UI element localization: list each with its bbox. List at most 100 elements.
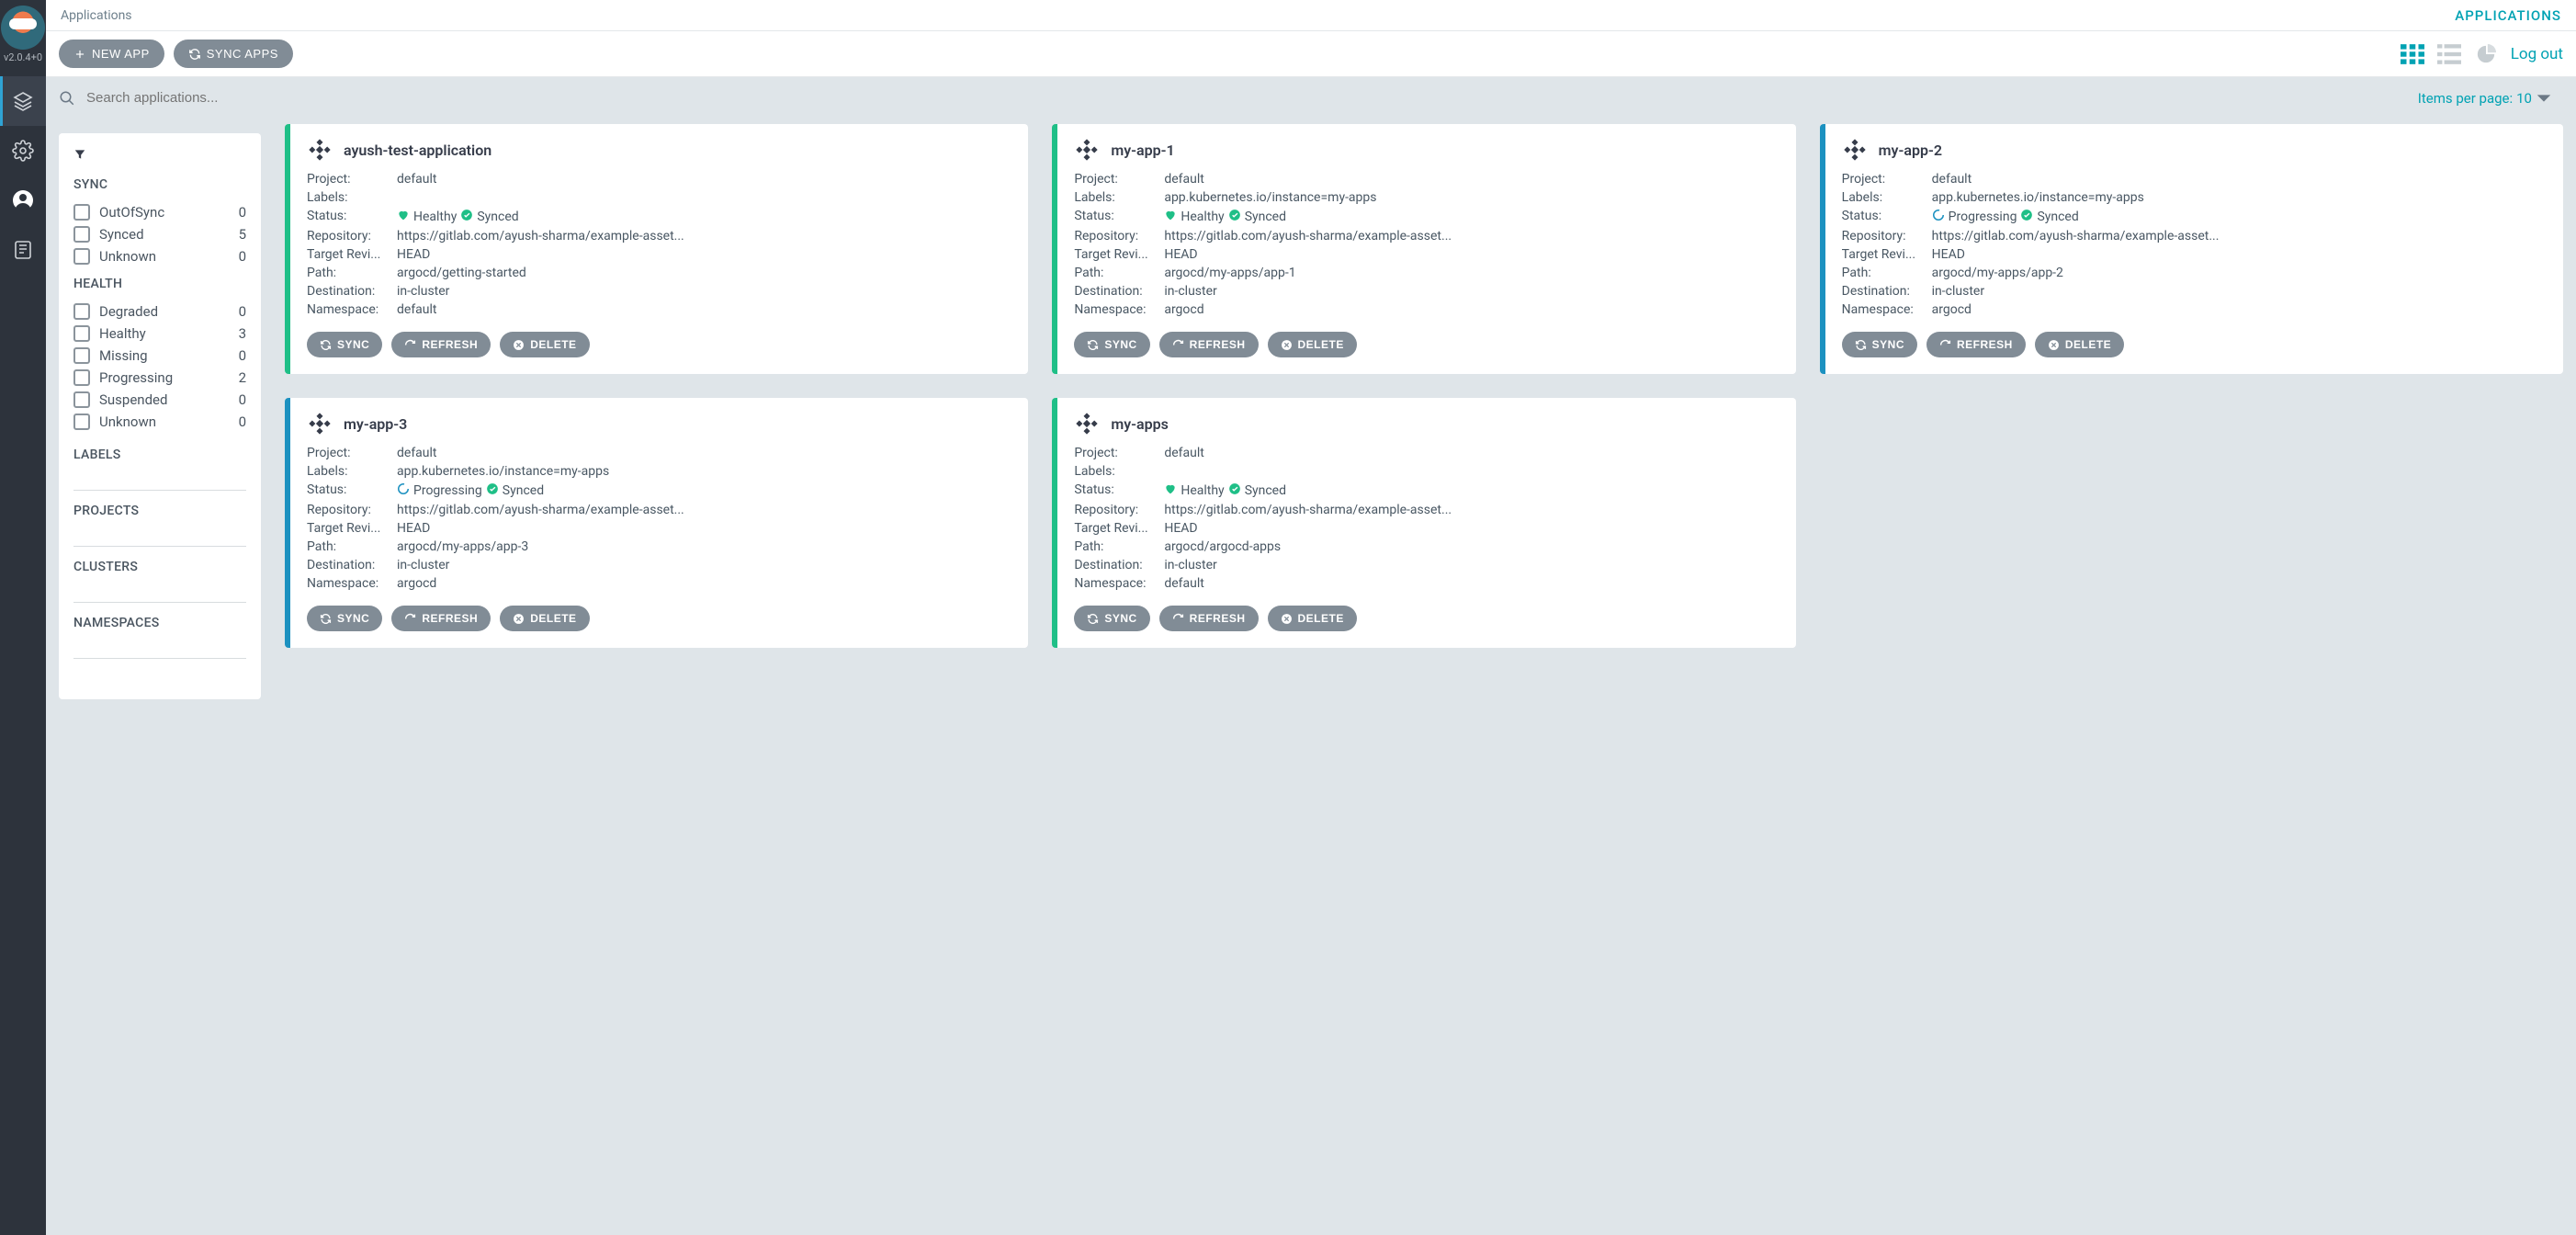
tile-sync-button[interactable]: SYNC <box>1074 332 1149 357</box>
field-value: argocd/argocd-apps <box>1164 539 1779 554</box>
tile-refresh-button[interactable]: REFRESH <box>1926 332 2026 357</box>
tile-sync-button[interactable]: SYNC <box>1074 606 1149 631</box>
field-label: Path: <box>1074 266 1164 280</box>
view-list-button[interactable] <box>2437 44 2461 64</box>
checkbox[interactable] <box>73 391 90 408</box>
nav-docs[interactable] <box>0 225 46 275</box>
searchbar: Items per page: 10 <box>46 77 2576 111</box>
application-tile[interactable]: my-appsProject:defaultLabels:Status: Hea… <box>1052 398 1795 648</box>
field-label: Status: <box>307 209 397 225</box>
logout-link[interactable]: Log out <box>2511 45 2563 63</box>
check-count: 0 <box>239 204 246 221</box>
check-count: 3 <box>239 325 246 342</box>
field-label: Namespace: <box>307 302 397 317</box>
tile-refresh-button[interactable]: REFRESH <box>391 606 491 631</box>
checkbox[interactable] <box>73 226 90 243</box>
application-tile[interactable]: my-app-2Project:defaultLabels:app.kubern… <box>1820 124 2563 374</box>
filter-check-row[interactable]: Healthy3 <box>73 323 246 345</box>
tile-sync-button[interactable]: SYNC <box>307 332 382 357</box>
check-label: Unknown <box>99 248 230 265</box>
field-value: https://gitlab.com/ayush-sharma/example-… <box>1164 503 1779 517</box>
tile-refresh-button[interactable]: REFRESH <box>1159 332 1259 357</box>
filter-check-row[interactable]: Missing0 <box>73 345 246 367</box>
field-label: Target Revi... <box>1074 247 1164 262</box>
tile-delete-button[interactable]: DELETE <box>500 332 589 357</box>
nav-settings[interactable] <box>0 126 46 176</box>
tile-sync-button[interactable]: SYNC <box>307 606 382 631</box>
checkbox[interactable] <box>73 369 90 386</box>
tile-delete-button[interactable]: DELETE <box>1268 332 1357 357</box>
application-tile[interactable]: my-app-3Project:defaultLabels:app.kubern… <box>285 398 1028 648</box>
items-per-page-value: 10 <box>2516 90 2532 107</box>
field-value: HEAD <box>1164 247 1779 262</box>
field-value: in-cluster <box>1164 284 1779 299</box>
field-value: HEAD <box>1164 521 1779 536</box>
check-circle-icon <box>2020 209 2033 225</box>
field-label: Destination: <box>1074 558 1164 572</box>
filter-check-row[interactable]: Suspended0 <box>73 389 246 411</box>
field-value: in-cluster <box>397 284 1011 299</box>
nav-applications[interactable] <box>0 76 46 126</box>
field-value: argocd/my-apps/app-3 <box>397 539 1011 554</box>
search-icon <box>59 90 75 107</box>
tile-sync-button[interactable]: SYNC <box>1842 332 1917 357</box>
checkbox[interactable] <box>73 347 90 364</box>
field-value: Progressing Synced <box>397 482 1011 499</box>
filter-check-row[interactable]: Unknown0 <box>73 245 246 267</box>
items-per-page[interactable]: Items per page: 10 <box>2418 90 2558 107</box>
sync-apps-button[interactable]: SYNC APPS <box>174 40 293 68</box>
field-value: Healthy Synced <box>1164 209 1779 225</box>
applications-grid: ayush-test-application Project: default Lab… <box>285 124 2563 648</box>
list-icon <box>2437 44 2461 64</box>
field-label: Destination: <box>307 558 397 572</box>
application-title: ayush-test-application <box>344 142 491 159</box>
breadcrumb[interactable]: Applications <box>61 8 132 23</box>
field-value: argocd <box>1164 302 1779 317</box>
view-tiles-button[interactable] <box>2401 44 2424 64</box>
filter-check-row[interactable]: OutOfSync0 <box>73 201 246 223</box>
search-input[interactable] <box>85 85 296 111</box>
filter-check-row[interactable]: Degraded0 <box>73 300 246 323</box>
field-label: Project: <box>307 172 397 187</box>
field-value: default <box>1164 446 1779 460</box>
filter-projects-title: PROJECTS <box>73 504 246 518</box>
checkbox[interactable] <box>73 303 90 320</box>
field-value: https://gitlab.com/ayush-sharma/example-… <box>1164 229 1779 244</box>
tile-delete-button[interactable]: DELETE <box>2035 332 2124 357</box>
items-per-page-label: Items per page: <box>2418 90 2513 107</box>
check-count: 5 <box>239 226 246 243</box>
filter-check-row[interactable]: Unknown0 <box>73 411 246 433</box>
progress-icon <box>397 482 410 499</box>
filter-check-row[interactable]: Progressing2 <box>73 367 246 389</box>
new-app-label: NEW APP <box>92 47 150 61</box>
checkbox[interactable] <box>73 414 90 430</box>
filter-clusters-title: CLUSTERS <box>73 560 246 574</box>
field-label: Labels: <box>307 190 397 205</box>
tile-delete-button[interactable]: DELETE <box>500 606 589 631</box>
tile-delete-button[interactable]: DELETE <box>1268 606 1357 631</box>
application-tile[interactable]: ayush-test-applicationProject:defaultLab… <box>285 124 1028 374</box>
check-circle-icon <box>1228 209 1241 225</box>
pie-icon <box>2474 44 2498 64</box>
tile-refresh-button[interactable]: REFRESH <box>1159 606 1259 631</box>
filter-check-row[interactable]: Synced5 <box>73 223 246 245</box>
new-app-button[interactable]: NEW APP <box>59 40 164 68</box>
field-label: Destination: <box>1074 284 1164 299</box>
field-label: Status: <box>307 482 397 499</box>
checkbox[interactable] <box>73 248 90 265</box>
field-label: Destination: <box>307 284 397 299</box>
view-chart-button[interactable] <box>2474 44 2498 64</box>
version-label: v2.0.4+0 <box>4 51 42 63</box>
check-label: Missing <box>99 347 230 364</box>
field-label: Path: <box>1074 539 1164 554</box>
field-label: Destination: <box>1842 284 1932 299</box>
field-value: HEAD <box>1932 247 2547 262</box>
application-title: my-app-3 <box>344 415 407 433</box>
nav-user[interactable] <box>0 176 46 225</box>
application-tile[interactable]: my-app-1Project:defaultLabels:app.kubern… <box>1052 124 1795 374</box>
checkbox[interactable] <box>73 325 90 342</box>
checkbox[interactable] <box>73 204 90 221</box>
tile-refresh-button[interactable]: REFRESH <box>391 332 491 357</box>
field-label: Path: <box>307 266 397 280</box>
field-value: HEAD <box>397 521 1011 536</box>
